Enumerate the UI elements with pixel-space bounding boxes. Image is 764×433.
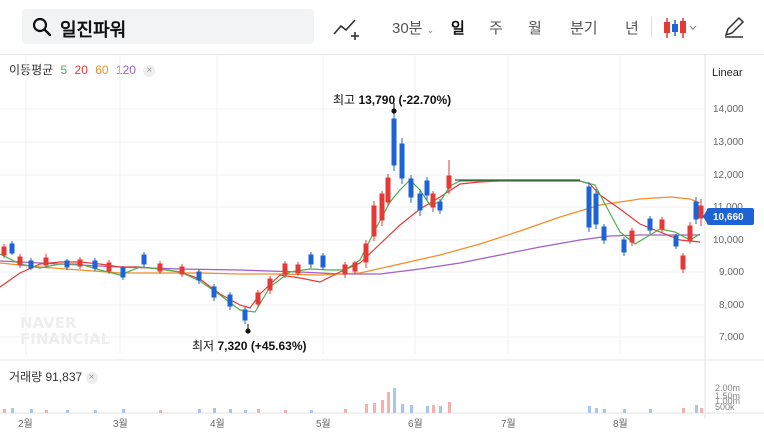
down-candles	[9, 112, 699, 324]
low-annotation: 최저 7,320 (+45.63%)	[192, 339, 307, 353]
up-candles	[1, 160, 704, 307]
volume-axis: 2.00m 1.50m 1.00m 500k	[715, 383, 740, 412]
chart-type-icon[interactable]	[662, 15, 698, 41]
month-tick: 4월	[210, 418, 225, 430]
month-tick: 3월	[113, 418, 128, 430]
period-quarter[interactable]: 분기	[570, 17, 598, 38]
period-week[interactable]: 주	[489, 17, 503, 38]
toolbar: 일진파워 30분 ⌄ 일 주 월 분기 년	[0, 0, 764, 55]
month-tick: 5월	[316, 418, 331, 430]
pencil-icon[interactable]	[721, 14, 747, 40]
stock-name: 일진파워	[60, 20, 127, 40]
volume-bars	[3, 388, 703, 413]
search-icon	[32, 17, 52, 37]
chevron-down-icon: ⌄	[426, 25, 435, 35]
price-tick: 13,000	[713, 137, 744, 148]
month-tick: 8월	[613, 418, 628, 430]
price-tick: 7,000	[719, 332, 744, 343]
interval-dropdown[interactable]: 30분 ⌄	[392, 17, 434, 38]
volume-tick: 500k	[715, 402, 735, 412]
high-annotation: 최고 13,790 (-22.70%)	[333, 93, 451, 107]
month-tick: 6월	[408, 418, 423, 430]
interval-label: 30분	[392, 20, 423, 37]
period-year[interactable]: 년	[625, 17, 639, 38]
toolbar-divider	[651, 17, 652, 37]
time-axis: 2월 3월 4월 5월 6월 7월 8월	[18, 418, 628, 430]
period-day[interactable]: 일	[451, 17, 465, 38]
price-tick: 9,000	[719, 267, 744, 278]
price-tick: 12,000	[713, 170, 744, 181]
price-tick: 10,000	[713, 235, 744, 246]
price-chart[interactable]: NAVER FINANCIAL 최고 13,790 (-22.70%) 최저 7…	[0, 54, 764, 433]
month-tick: 2월	[18, 418, 33, 430]
period-month[interactable]: 월	[528, 17, 542, 38]
drawing-tool-icon[interactable]	[333, 14, 359, 40]
price-tick: 8,000	[719, 300, 744, 311]
month-tick: 7월	[501, 418, 516, 430]
watermark-line-2: FINANCIAL	[20, 330, 111, 348]
price-tick: 14,000	[713, 104, 744, 115]
current-price: 10,660	[713, 212, 744, 223]
stock-search-box[interactable]: 일진파워	[22, 9, 314, 44]
